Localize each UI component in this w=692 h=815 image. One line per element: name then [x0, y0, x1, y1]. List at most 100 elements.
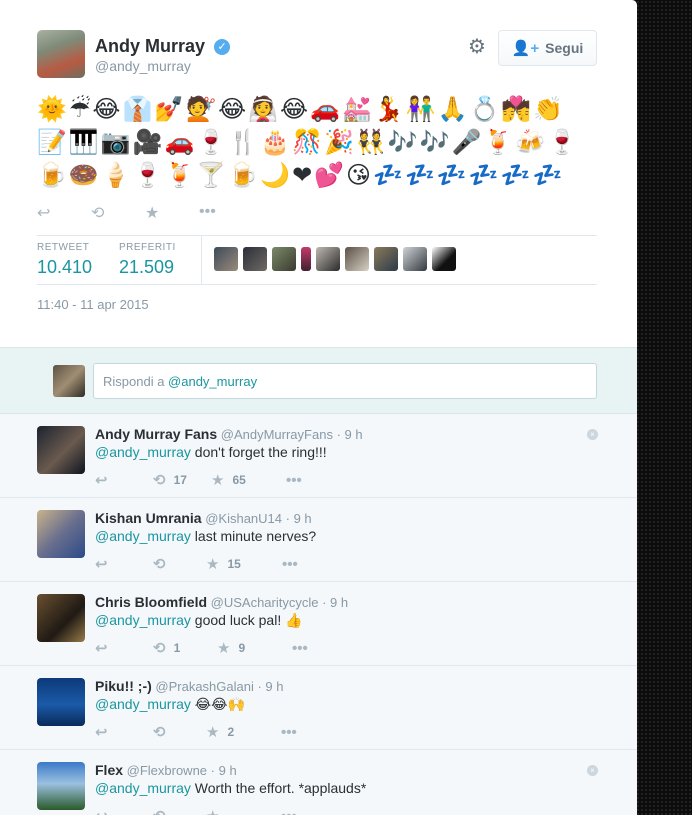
author-handle[interactable]: @andy_murray — [95, 58, 191, 74]
favorite-icon: ★ — [206, 556, 220, 573]
reply-mention[interactable]: @andy_murray — [95, 696, 191, 712]
reply-author-handle[interactable]: @KishanU14 — [205, 511, 282, 526]
reply-input[interactable]: Rispondi a @andy_murray — [93, 363, 597, 399]
more-button[interactable]: ••• — [281, 808, 305, 815]
reply-button[interactable]: ↩ — [95, 471, 153, 489]
author-name[interactable]: Andy Murray ✓ — [95, 36, 231, 57]
reply-time[interactable]: · 9 h — [257, 679, 283, 694]
reply-item[interactable]: Kishan Umrania @KishanU14 · 9 h @andy_mu… — [0, 498, 637, 582]
close-icon[interactable]: × — [587, 765, 598, 776]
retweet-icon: ⟲ — [153, 724, 166, 741]
avatar[interactable] — [243, 247, 267, 271]
tweet-actions: ↩ ⟲ ★ ••• — [37, 203, 253, 223]
more-button[interactable]: ••• — [281, 724, 305, 741]
reply-button[interactable]: ↩ — [95, 723, 153, 741]
avatar[interactable] — [272, 247, 296, 271]
retweet-count: 10.410 — [37, 257, 93, 277]
favorites-count: 21.509 — [119, 257, 175, 277]
reply-mention[interactable]: @andy_murray — [95, 612, 191, 628]
follow-button[interactable]: 👤+ Segui — [498, 30, 597, 66]
retweet-button[interactable]: ⟲ — [153, 555, 206, 573]
reply-author-name[interactable]: Piku!! ;-) — [95, 678, 152, 694]
favorite-button[interactable]: ★ — [206, 807, 281, 815]
avatar[interactable] — [37, 762, 85, 810]
avatar[interactable] — [316, 247, 340, 271]
more-button[interactable]: ••• — [282, 556, 306, 573]
retweet-icon[interactable]: ⟲ — [91, 203, 145, 223]
reply-button[interactable]: ↩ — [95, 639, 153, 657]
add-user-icon: 👤+ — [511, 40, 540, 57]
reply-author-name[interactable]: Kishan Umrania — [95, 510, 202, 526]
more-icon: ••• — [286, 471, 302, 489]
avatar[interactable] — [432, 247, 456, 271]
avatar[interactable] — [374, 247, 398, 271]
retweet-icon: ⟲ — [153, 807, 166, 815]
reply-button[interactable]: ↩ — [95, 807, 153, 815]
avatar[interactable] — [37, 678, 85, 726]
reply-author-handle[interactable]: @USAcharitycycle — [211, 595, 319, 610]
favorite-count: 15 — [227, 557, 241, 571]
more-icon[interactable]: ••• — [199, 203, 253, 223]
reply-text: @andy_murray Worth the effort. *applauds… — [95, 780, 366, 796]
reply-item[interactable]: Piku!! ;-) @PrakashGalani · 9 h @andy_mu… — [0, 666, 637, 750]
favorite-icon: ★ — [206, 724, 220, 741]
reply-author-handle[interactable]: @Flexbrowne — [127, 763, 207, 778]
favorite-icon: ★ — [217, 640, 231, 657]
favorites-stat[interactable]: PREFERITI 21.509 — [119, 242, 176, 278]
avatar[interactable] — [37, 594, 85, 642]
reply-mention[interactable]: @andy_murray — [95, 780, 191, 796]
reply-author-name[interactable]: Flex — [95, 762, 123, 778]
retweet-button[interactable]: ⟲ — [153, 807, 206, 815]
avatar[interactable] — [37, 426, 85, 474]
reply-item[interactable]: Chris Bloomfield @USAcharitycycle · 9 h … — [0, 582, 637, 666]
close-icon[interactable]: × — [587, 429, 598, 440]
reply-author-name[interactable]: Andy Murray Fans — [95, 426, 217, 442]
reply-body: 😂😂🙌 — [190, 696, 245, 712]
more-button[interactable]: ••• — [292, 640, 316, 657]
tweet-timestamp[interactable]: 11:40 - 11 apr 2015 — [37, 297, 149, 312]
reply-header: Chris Bloomfield @USAcharitycycle · 9 h — [95, 594, 348, 610]
author-name-text[interactable]: Andy Murray — [95, 36, 205, 56]
retweet-button[interactable]: ⟲ 17 — [153, 471, 211, 489]
reply-item[interactable]: Andy Murray Fans @AndyMurrayFans · 9 h ×… — [0, 414, 637, 498]
reply-author-handle[interactable]: @PrakashGalani — [155, 679, 253, 694]
reply-button[interactable]: ↩ — [95, 555, 153, 573]
main-tweet: Andy Murray ✓ @andy_murray ⚙ 👤+ Segui 🌞☔… — [0, 0, 637, 347]
retweet-count: 1 — [173, 641, 181, 655]
follow-label: Segui — [545, 40, 584, 56]
more-icon: ••• — [281, 723, 297, 741]
reply-time[interactable]: · 9 h — [322, 595, 348, 610]
author-avatar[interactable] — [37, 30, 85, 78]
gear-icon[interactable]: ⚙ — [466, 36, 488, 58]
favorite-button[interactable]: ★ 15 — [206, 555, 282, 573]
avatar[interactable] — [345, 247, 369, 271]
reply-author-handle[interactable]: @AndyMurrayFans — [221, 427, 333, 442]
retweet-icon: ⟲ — [153, 640, 166, 657]
favorite-button[interactable]: ★ 65 — [211, 471, 286, 489]
reply-mention[interactable]: @andy_murray — [95, 444, 191, 460]
favorite-button[interactable]: ★ 9 — [217, 639, 292, 657]
avatar[interactable] — [403, 247, 427, 271]
favorite-icon[interactable]: ★ — [145, 203, 199, 223]
more-button[interactable]: ••• — [286, 472, 310, 489]
retweet-button[interactable]: ⟲ 1 — [153, 639, 217, 657]
retweet-button[interactable]: ⟲ — [153, 723, 206, 741]
reply-time[interactable]: · 9 h — [337, 427, 363, 442]
reply-text: @andy_murray 😂😂🙌 — [95, 696, 245, 713]
retweet-icon: ⟲ — [153, 472, 166, 489]
retweet-stat[interactable]: RETWEET 10.410 — [37, 242, 92, 278]
reply-icon: ↩ — [95, 640, 108, 657]
reply-mention[interactable]: @andy_murray — [95, 528, 191, 544]
reply-time[interactable]: · 9 h — [286, 511, 312, 526]
retweet-count: 17 — [173, 473, 187, 487]
verified-icon: ✓ — [214, 39, 231, 55]
reply-time[interactable]: · 9 h — [211, 763, 237, 778]
reply-item[interactable]: Flex @Flexbrowne · 9 h × @andy_murray Wo… — [0, 750, 637, 815]
avatar[interactable] — [37, 510, 85, 558]
favorite-count: 9 — [238, 641, 246, 655]
avatar[interactable] — [214, 247, 238, 271]
reply-icon[interactable]: ↩ — [37, 203, 91, 223]
favorite-button[interactable]: ★ 2 — [206, 723, 281, 741]
reply-author-name[interactable]: Chris Bloomfield — [95, 594, 207, 610]
avatar[interactable] — [301, 247, 311, 271]
